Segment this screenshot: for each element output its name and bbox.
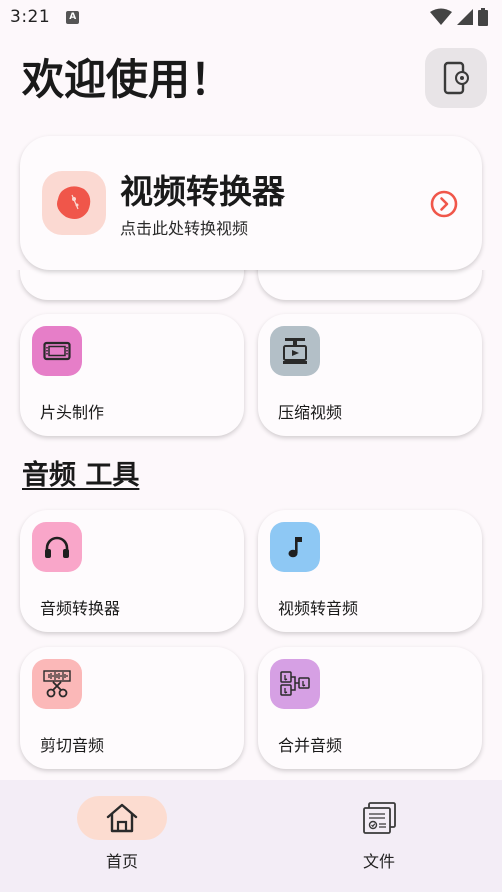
nav-label-files: 文件	[362, 852, 395, 871]
tools-scroll-area[interactable]: 片头制作 压缩视频 音频 工具 音频转换器 视频转音频 剪切音频 合并音频	[0, 270, 502, 780]
page-title: 欢迎使用！	[22, 55, 233, 104]
tool-card-video-to-audio[interactable]: 视频转音频	[258, 510, 482, 632]
tool-label: 剪切音频	[40, 736, 105, 755]
tool-icon-wrapper	[32, 522, 82, 572]
tool-icon-wrapper	[270, 522, 320, 572]
tool-icon-wrapper	[32, 659, 82, 709]
signal-icon	[457, 9, 473, 25]
hero-subtitle: 点击此处转换视频	[120, 219, 249, 238]
tool-icon-wrapper	[270, 659, 320, 709]
blob-logo-icon	[57, 186, 91, 219]
tool-label: 合并音频	[278, 736, 343, 755]
audio-tools-section-title: 音频 工具	[22, 460, 140, 491]
device-settings-button[interactable]	[425, 48, 487, 108]
nav-active-indicator	[77, 796, 167, 840]
status-time: 3:21	[10, 7, 51, 27]
status-bar: 3:21 A	[0, 0, 502, 34]
battery-icon	[478, 8, 488, 26]
tool-card-audio-converter[interactable]: 音频转换器	[20, 510, 244, 632]
video-compress-icon	[283, 338, 307, 364]
nav-label-home: 首页	[105, 852, 138, 871]
phone-settings-icon	[443, 61, 469, 95]
nav-item-files[interactable]: 文件	[319, 796, 439, 876]
tool-label: 视频转音频	[278, 599, 359, 618]
merge-audio-icon	[280, 671, 310, 696]
music-note-icon	[288, 537, 302, 558]
notification-icon: A	[66, 10, 80, 24]
tool-card-compress-video[interactable]: 压缩视频	[258, 314, 482, 436]
tool-label: 音频转换器	[40, 599, 121, 618]
hero-icon-wrapper	[42, 171, 106, 235]
film-strip-icon	[43, 341, 71, 361]
nav-item-home[interactable]: 首页	[62, 796, 182, 876]
tool-label: 压缩视频	[278, 403, 343, 422]
tool-card-hidden-left[interactable]	[20, 270, 244, 300]
wifi-icon	[430, 8, 452, 25]
status-indicators	[430, 8, 488, 26]
nav-icon-wrapper	[334, 796, 424, 840]
chevron-right-circle-icon[interactable]	[430, 190, 458, 218]
tool-card-cut-audio[interactable]: 剪切音频	[20, 647, 244, 769]
hero-title: 视频转换器	[120, 172, 285, 211]
tool-card-hidden-right[interactable]	[258, 270, 482, 300]
scissors-waveform-icon	[43, 670, 71, 698]
tool-label: 片头制作	[40, 403, 105, 422]
headphones-icon	[45, 536, 69, 558]
home-icon	[106, 803, 138, 833]
tool-card-intro-maker[interactable]: 片头制作	[20, 314, 244, 436]
video-converter-card[interactable]: 视频转换器 点击此处转换视频	[20, 136, 482, 270]
tool-icon-wrapper	[32, 326, 82, 376]
tool-icon-wrapper	[270, 326, 320, 376]
files-icon	[363, 802, 396, 834]
bottom-navigation: 首页 文件	[0, 780, 502, 892]
tool-card-merge-audio[interactable]: 合并音频	[258, 647, 482, 769]
